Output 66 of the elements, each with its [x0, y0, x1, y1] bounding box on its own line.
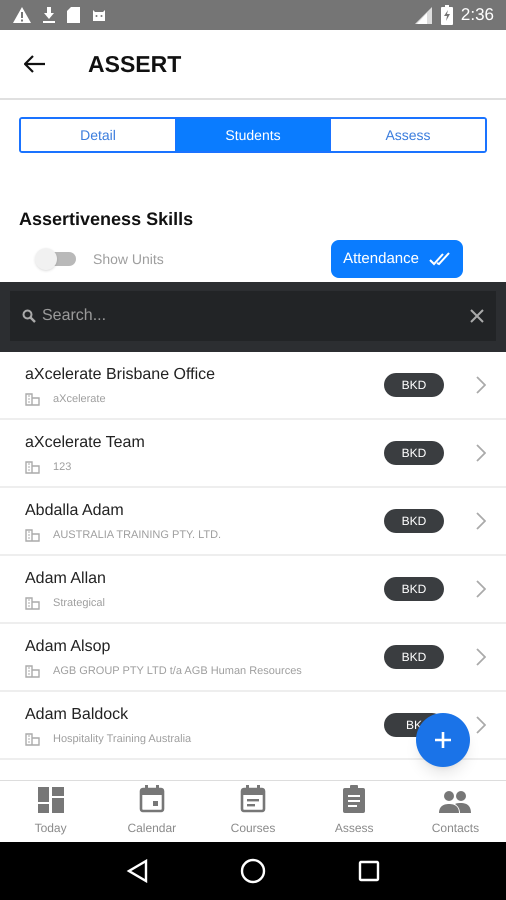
- attendance-button[interactable]: Attendance: [331, 240, 463, 278]
- course-title: Assertiveness Skills: [19, 208, 194, 231]
- status-badge: BKD: [384, 577, 444, 601]
- back-arrow-icon: [24, 55, 46, 73]
- organisation-name: 123: [53, 460, 72, 475]
- calendar-icon: [138, 785, 165, 813]
- home-icon[interactable]: [240, 858, 266, 884]
- back-icon[interactable]: [126, 859, 148, 883]
- warning-icon: [12, 6, 32, 24]
- nav-tab[interactable]: Today: [0, 781, 102, 842]
- organisation-name: AUSTRALIA TRAINING PTY. LTD.: [53, 528, 222, 543]
- app-title: ASSERT: [88, 50, 182, 79]
- recents-icon[interactable]: [358, 860, 380, 882]
- chevron-right-icon: [476, 716, 486, 734]
- status-badge: BKD: [384, 373, 444, 397]
- building-icon: [25, 664, 40, 678]
- toggle-label: Show Units: [93, 250, 164, 268]
- download-icon: [42, 6, 56, 24]
- student-name: aXcelerate Team: [25, 432, 146, 453]
- student-row[interactable]: Abdalla Adam AUSTRALIA TRAINING PTY. LTD. BKD: [0, 488, 506, 556]
- nav-tab[interactable]: Courses: [202, 781, 304, 842]
- status-badge: BKD: [384, 509, 444, 533]
- tab[interactable]: Students: [175, 119, 330, 151]
- student-name: Abdalla Adam: [25, 500, 125, 521]
- student-name: Adam Baldock: [25, 704, 130, 725]
- search-icon: [22, 309, 36, 323]
- organisation-name: AGB GROUP PTY LTD t/a AGB Human Resources: [53, 664, 302, 679]
- status-badge: BKD: [384, 441, 444, 465]
- search-field[interactable]: Search...: [10, 291, 496, 341]
- clipboard-icon: [342, 785, 366, 813]
- plus-icon: [434, 731, 452, 749]
- status-badge: BKD: [384, 645, 444, 669]
- student-row[interactable]: Adam Alsop AGB GROUP PTY LTD t/a AGB Human Resources BKD: [0, 624, 506, 692]
- nav-tab[interactable]: Assess: [304, 781, 405, 842]
- double-check-icon: [429, 252, 451, 266]
- calendar-note-icon: [240, 785, 266, 813]
- close-icon[interactable]: [470, 309, 484, 323]
- chevron-right-icon: [476, 648, 486, 666]
- tab[interactable]: Assess: [330, 119, 485, 151]
- student-name: Adam Alsop: [25, 636, 112, 657]
- sd-card-icon: [66, 6, 81, 24]
- building-icon: [25, 732, 40, 746]
- building-icon: [25, 460, 40, 474]
- nav-tab[interactable]: Calendar: [101, 781, 202, 842]
- chevron-right-icon: [476, 376, 486, 394]
- organisation-name: Strategical: [53, 596, 105, 611]
- building-icon: [25, 392, 40, 406]
- building-icon: [25, 596, 40, 610]
- student-row[interactable]: aXcelerate Brisbane Office aXcelerate BKD: [0, 352, 506, 420]
- battery-icon: [440, 5, 453, 25]
- student-row[interactable]: aXcelerate Team 123 BKD: [0, 420, 506, 488]
- people-icon: [439, 791, 472, 813]
- organisation-name: Hospitality Training Australia: [53, 732, 192, 747]
- student-name: Adam Allan: [25, 568, 107, 589]
- student-row[interactable]: Adam Allan Strategical BKD: [0, 556, 506, 624]
- student-name: aXcelerate Brisbane Office: [25, 364, 216, 385]
- chevron-right-icon: [476, 580, 486, 598]
- chevron-right-icon: [476, 512, 486, 530]
- dashboard-icon: [38, 787, 64, 813]
- nav-tab[interactable]: Contacts: [404, 781, 506, 842]
- signal-icon: [412, 5, 433, 25]
- building-icon: [25, 528, 40, 542]
- android-icon: [91, 7, 107, 23]
- organisation-name: aXcelerate: [53, 392, 106, 407]
- clock-time: 2:36: [460, 4, 494, 26]
- chevron-right-icon: [476, 444, 486, 462]
